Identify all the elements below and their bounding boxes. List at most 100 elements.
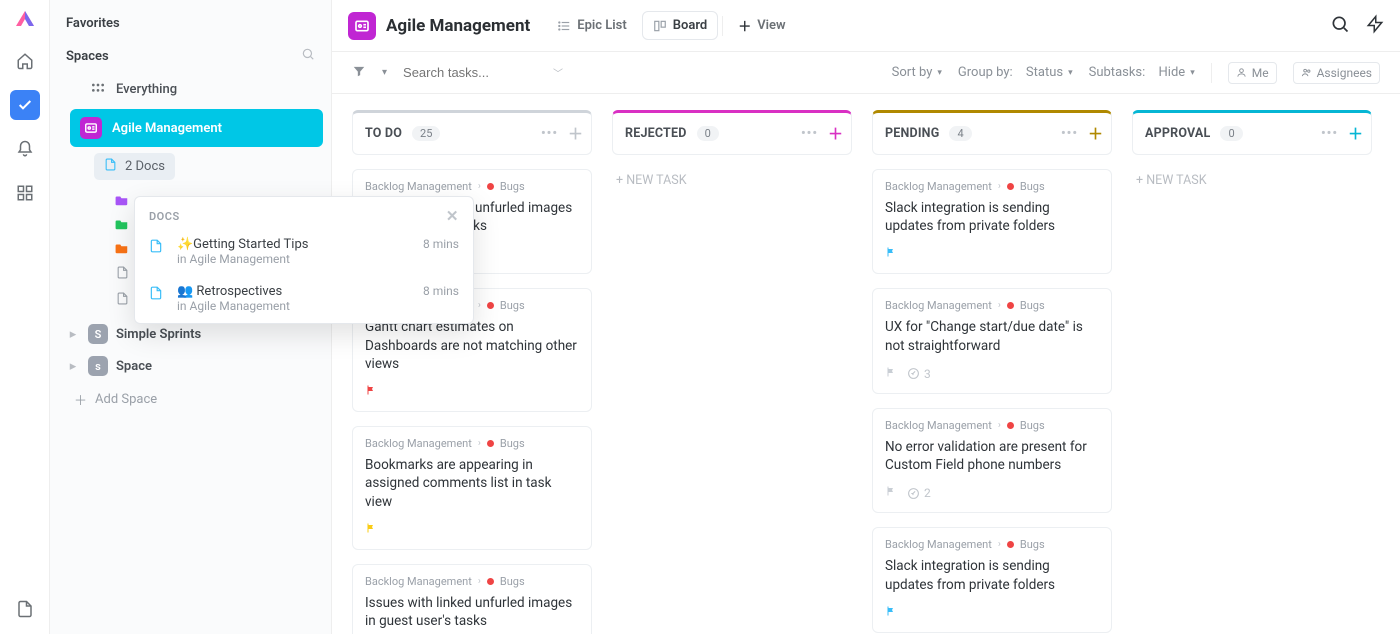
sidebar-space-agile[interactable]: Agile Management	[70, 109, 323, 147]
plus-icon: ＋	[738, 16, 751, 35]
priority-flag-icon[interactable]	[885, 604, 897, 622]
task-card[interactable]: Backlog Management›BugsNo error validati…	[872, 408, 1112, 513]
tab-epic-list[interactable]: Epic List	[546, 11, 638, 40]
sortby-button[interactable]: Sort by▾	[892, 65, 942, 80]
status-dot-icon	[487, 183, 494, 190]
board-column-approval: APPROVAL 0 ••• ＋ + NEW TASK	[1132, 110, 1372, 618]
new-task-button[interactable]: + NEW TASK	[1132, 169, 1372, 192]
popover-item-time: 8 mins	[423, 284, 459, 313]
docs-popover: DOCS ✕ ✨Getting Started Tips in Agile Ma…	[134, 196, 474, 324]
sidebar-docs-pill[interactable]: 2 Docs	[94, 153, 175, 180]
board-area: TO DO25•••＋Backlog Management›BugsIssues…	[332, 94, 1400, 634]
add-space-button[interactable]: ＋ Add Space	[58, 382, 323, 417]
column-menu-icon[interactable]: •••	[541, 126, 558, 141]
status-dot-icon	[487, 578, 494, 585]
column-header[interactable]: APPROVAL 0 ••• ＋	[1132, 110, 1372, 155]
task-card[interactable]: Backlog Management›BugsIssues with linke…	[352, 564, 592, 634]
subtask-count[interactable]: 3	[907, 367, 931, 381]
board-icon	[653, 19, 667, 33]
page-title: Agile Management	[386, 16, 530, 36]
rail-docs-icon[interactable]	[10, 594, 40, 624]
search-spaces-icon[interactable]	[301, 47, 315, 65]
column-name: APPROVAL	[1145, 126, 1210, 141]
priority-flag-icon[interactable]	[885, 245, 897, 263]
doc-icon	[149, 284, 167, 313]
main-pane: Agile Management Epic List Board ＋ View	[332, 0, 1400, 634]
topbar: Agile Management Epic List Board ＋ View	[332, 0, 1400, 52]
chevron-right-icon: ▸	[66, 359, 80, 374]
new-task-button[interactable]: + NEW TASK	[612, 169, 852, 192]
search-icon[interactable]	[1330, 14, 1350, 38]
column-name: PENDING	[885, 126, 939, 141]
task-card[interactable]: Backlog Management›BugsSlack integration…	[872, 169, 1112, 274]
search-input[interactable]	[403, 65, 543, 80]
close-icon[interactable]: ✕	[446, 207, 459, 225]
column-header[interactable]: REJECTED0•••＋	[612, 110, 852, 155]
task-card[interactable]: Backlog Management›Bugs Bookmarks are app…	[352, 426, 592, 550]
column-count: 0	[1220, 126, 1242, 141]
subtask-count[interactable]: 2	[907, 486, 931, 500]
space-letter-icon: s	[88, 356, 108, 376]
card-breadcrumb: Backlog Management›Bugs	[365, 437, 579, 450]
plus-icon: ＋	[74, 390, 87, 409]
filter-icon[interactable]	[352, 64, 366, 82]
board-column-todo: TO DO25•••＋Backlog Management›BugsIssues…	[352, 110, 592, 618]
column-menu-icon[interactable]: •••	[801, 126, 818, 141]
card-breadcrumb: Backlog Management›Bugs	[885, 538, 1099, 551]
everything-label: Everything	[116, 82, 177, 97]
icon-rail	[0, 0, 50, 634]
column-add-icon[interactable]: ＋	[828, 123, 843, 144]
tab-add-view[interactable]: ＋ View	[727, 9, 796, 42]
automation-icon[interactable]	[1366, 14, 1384, 38]
priority-flag-icon[interactable]	[885, 365, 897, 383]
task-card[interactable]: Backlog Management›BugsSlack integration…	[872, 527, 1112, 632]
popover-item-title: ✨Getting Started Tips	[177, 237, 413, 252]
chevron-down-icon[interactable]: ▾	[382, 67, 387, 78]
list-icon	[557, 19, 571, 33]
priority-flag-icon[interactable]	[885, 484, 897, 502]
column-add-icon[interactable]: ＋	[568, 123, 583, 144]
page-title-wrap: Agile Management	[348, 12, 530, 40]
spaces-heading: Spaces	[58, 41, 323, 75]
assignees-button[interactable]: Assignees	[1293, 62, 1380, 84]
sidebar-space-space[interactable]: ▸ s Space	[58, 350, 323, 382]
space-label: Simple Sprints	[116, 327, 201, 342]
status-dot-icon	[1007, 422, 1014, 429]
groupby-button[interactable]: Group by: Status▾	[958, 65, 1073, 80]
card-title: Bookmarks are appearing in assigned comm…	[365, 456, 579, 511]
card-breadcrumb: Backlog Management›Bugs	[365, 575, 579, 588]
search-tasks[interactable]: ﹀	[403, 65, 633, 80]
card-breadcrumb: Backlog Management›Bugs	[885, 180, 1099, 193]
board-column-pending: PENDING4•••＋Backlog Management›BugsSlack…	[872, 110, 1112, 618]
subtasks-button[interactable]: Subtasks: Hide▾	[1089, 65, 1195, 80]
chevron-right-icon: ▸	[66, 327, 80, 342]
sidebar-item-everything[interactable]: Everything	[58, 75, 323, 103]
me-toggle[interactable]: Me	[1228, 62, 1277, 84]
rail-home-icon[interactable]	[10, 46, 40, 76]
column-add-icon[interactable]: ＋	[1348, 123, 1363, 144]
chevron-down-icon[interactable]: ﹀	[553, 65, 563, 80]
column-header[interactable]: TO DO25•••＋	[352, 110, 592, 155]
favorites-heading[interactable]: Favorites	[58, 10, 323, 41]
tab-board[interactable]: Board	[642, 11, 718, 40]
popover-item-2[interactable]: 👥 Retrospectives in Agile Management 8 m…	[135, 276, 473, 323]
doc-icon	[149, 237, 167, 266]
priority-flag-icon[interactable]	[365, 521, 377, 539]
popover-item-1[interactable]: ✨Getting Started Tips in Agile Managemen…	[135, 229, 473, 276]
rail-notifications-icon[interactable]	[10, 134, 40, 164]
app-logo-icon[interactable]	[13, 8, 37, 32]
column-menu-icon[interactable]: •••	[1061, 126, 1078, 141]
rail-dashboards-icon[interactable]	[10, 178, 40, 208]
card-breadcrumb: Backlog Management›Bugs	[885, 419, 1099, 432]
column-name: REJECTED	[625, 126, 687, 141]
task-card[interactable]: Backlog Management›BugsUX for "Change st…	[872, 288, 1112, 393]
column-header[interactable]: PENDING4•••＋	[872, 110, 1112, 155]
add-space-label: Add Space	[95, 392, 157, 407]
column-add-icon[interactable]: ＋	[1088, 123, 1103, 144]
card-title: UX for "Change start/due date" is not st…	[885, 318, 1099, 354]
popover-item-title: 👥 Retrospectives	[177, 284, 413, 299]
rail-tasks-icon[interactable]	[10, 90, 40, 120]
priority-flag-icon[interactable]	[365, 383, 377, 401]
column-menu-icon[interactable]: •••	[1321, 126, 1338, 141]
doc-icon	[104, 158, 117, 175]
